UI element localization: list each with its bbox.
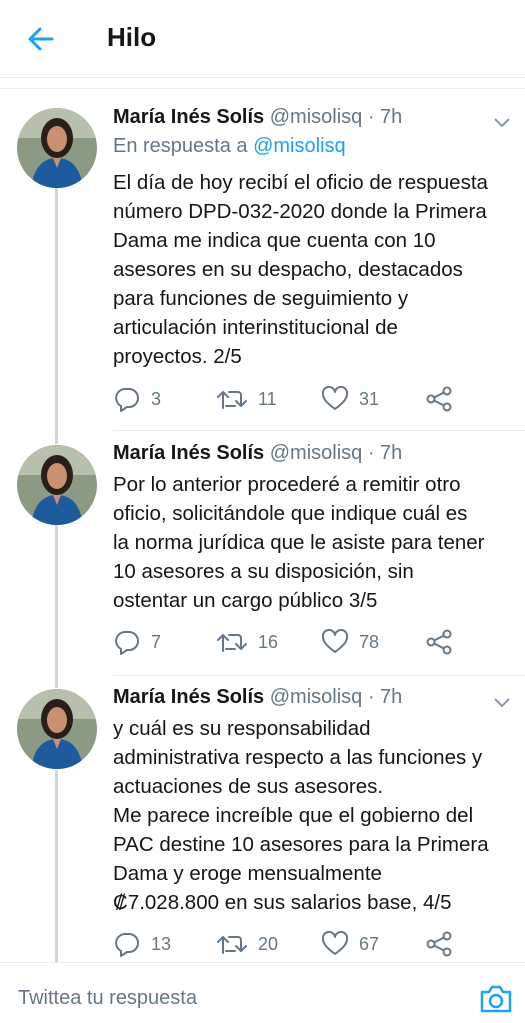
- share-button[interactable]: [425, 384, 453, 414]
- tweet-text: El día de hoy recibí el oficio de respue…: [113, 168, 521, 371]
- reply-count: 3: [151, 388, 162, 409]
- tweet-header: María Inés Solís @misolisq · 7h: [113, 442, 402, 465]
- tweet-text-line: ₡7.028.800 en sus salarios base, 4/5: [113, 891, 452, 914]
- author-handle[interactable]: @misolisq: [270, 686, 363, 708]
- like-icon: [321, 629, 349, 653]
- tweet-separator: [113, 430, 525, 431]
- tweet[interactable]: María Inés Solís @misolisq · 7h En respu…: [0, 106, 525, 432]
- camera-icon: [480, 985, 512, 1013]
- tweet-text-line: 10 asesores a su disposición, sin: [113, 560, 414, 583]
- more-options-button[interactable]: [492, 696, 512, 710]
- tweet-text-line: ostentar un cargo público 3/5: [113, 589, 378, 612]
- retweet-button[interactable]: 16: [216, 627, 278, 657]
- retweet-icon: [217, 391, 247, 409]
- retweet-count: 11: [258, 388, 277, 409]
- back-arrow-icon: [28, 27, 54, 51]
- tweet-actions: 13 20 67: [113, 929, 523, 959]
- tweet-text: y cuál es su responsabilidad administrat…: [113, 714, 521, 917]
- tweet-text-line: Por lo anterior procederé a remitir otro: [113, 473, 461, 496]
- tweet-header: María Inés Solís @misolisq · 7h: [113, 106, 402, 129]
- tweet-actions: 3 11 31: [113, 384, 523, 414]
- share-icon: [426, 931, 452, 957]
- tweet-separator: [113, 675, 525, 676]
- reply-mention-link[interactable]: @misolisq: [253, 135, 346, 157]
- like-button[interactable]: 78: [321, 627, 379, 657]
- top-app-bar: Hilo: [0, 0, 525, 78]
- reply-context: En respuesta a @misolisq: [113, 135, 346, 158]
- tweet-actions: 7 16 78: [113, 627, 523, 657]
- reply-composer: Twittea tu respuesta: [0, 962, 525, 1023]
- reply-prefix: En respuesta a: [113, 135, 248, 157]
- retweet-count: 16: [258, 631, 279, 652]
- page-title: Hilo: [107, 22, 157, 52]
- like-count: 78: [359, 631, 380, 652]
- reply-button[interactable]: 7: [113, 627, 161, 657]
- retweet-button[interactable]: 20: [216, 929, 278, 959]
- tweet-text-line: Dama y eroge mensualmente: [113, 862, 382, 885]
- tweet[interactable]: María Inés Solís @misolisq · 7h y cuál e…: [0, 686, 525, 962]
- author-name[interactable]: María Inés Solís: [113, 686, 264, 708]
- tweet-text: Por lo anterior procederé a remitir otro…: [113, 470, 521, 615]
- reply-button[interactable]: 3: [113, 384, 161, 414]
- timestamp: · 7h: [367, 686, 403, 708]
- reply-input[interactable]: Twittea tu respuesta: [18, 987, 197, 1010]
- reply-icon: [115, 388, 139, 412]
- tweet-text-line: articulación interinstitucional de: [113, 316, 398, 339]
- timestamp: · 7h: [367, 442, 403, 464]
- tweet-header: María Inés Solís @misolisq · 7h: [113, 686, 402, 709]
- tweet-text-line: administrativa respecto a las funciones …: [113, 746, 483, 769]
- share-button[interactable]: [425, 627, 453, 657]
- like-count: 31: [359, 388, 380, 409]
- like-icon: [321, 931, 349, 955]
- like-icon: [321, 386, 349, 410]
- reply-count: 13: [151, 933, 172, 954]
- share-icon: [426, 629, 452, 655]
- tweet-text-line: para funciones de seguimiento y: [113, 287, 409, 310]
- share-button[interactable]: [425, 929, 453, 959]
- tweet-text-line: PAC destine 10 asesores para la Primera: [113, 833, 489, 856]
- divider: [0, 88, 525, 89]
- reply-count: 7: [151, 631, 162, 652]
- retweet-icon: [217, 634, 247, 652]
- like-button[interactable]: 31: [321, 384, 379, 414]
- retweet-button[interactable]: 11: [216, 384, 277, 414]
- timestamp: · 7h: [367, 106, 403, 128]
- chevron-down-icon: [494, 698, 510, 708]
- camera-button[interactable]: [478, 983, 514, 1015]
- author-name[interactable]: María Inés Solís: [113, 442, 264, 464]
- retweet-count: 20: [258, 933, 279, 954]
- chevron-down-icon: [494, 118, 510, 128]
- tweet-text-line: número DPD-032-2020 donde la Primera: [113, 200, 487, 223]
- avatar[interactable]: [17, 445, 97, 525]
- tweet-text-line: asesores en su despacho, destacados: [113, 258, 463, 281]
- avatar[interactable]: [17, 689, 97, 769]
- tweet-text-line: oficio, solicitándole que indique cuál e…: [113, 502, 468, 525]
- share-icon: [426, 386, 452, 412]
- reply-icon: [115, 631, 139, 655]
- tweet-text-line: El día de hoy recibí el oficio de respue…: [113, 171, 488, 194]
- like-count: 67: [359, 933, 380, 954]
- tweet-text-line: la norma jurídica que le asiste para ten…: [113, 531, 485, 554]
- tweet-text-line: Dama me indica que cuenta con 10: [113, 229, 436, 252]
- retweet-icon: [217, 936, 247, 954]
- author-handle[interactable]: @misolisq: [270, 106, 363, 128]
- author-handle[interactable]: @misolisq: [270, 442, 363, 464]
- reply-icon: [115, 933, 139, 957]
- tweet-text-line: y cuál es su responsabilidad: [113, 717, 371, 740]
- tweet-text-line: Me parece increíble que el gobierno del: [113, 804, 474, 827]
- tweet-text-line: actuaciones de sus asesores.: [113, 775, 384, 798]
- avatar[interactable]: [17, 108, 97, 188]
- tweet[interactable]: María Inés Solís @misolisq · 7h Por lo a…: [0, 442, 525, 672]
- more-options-button[interactable]: [492, 116, 512, 130]
- author-name[interactable]: María Inés Solís: [113, 106, 264, 128]
- tweet-text-line: proyectos. 2/5: [113, 345, 242, 368]
- reply-button[interactable]: 13: [113, 929, 171, 959]
- back-button[interactable]: [22, 22, 62, 56]
- like-button[interactable]: 67: [321, 929, 379, 959]
